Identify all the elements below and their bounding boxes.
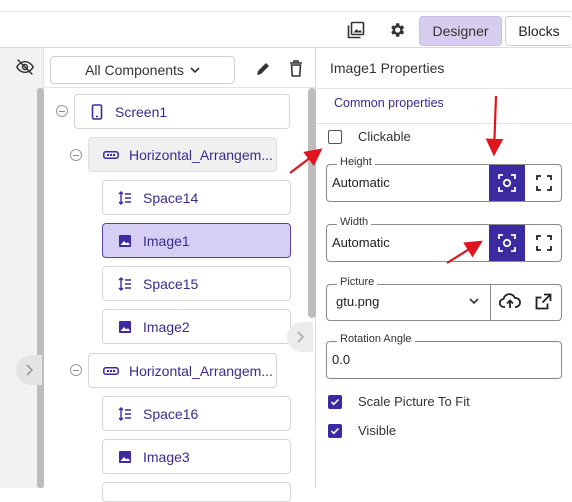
tree-node-space16[interactable]: Space16 — [102, 396, 291, 431]
properties-panel — [317, 48, 572, 488]
image-icon — [117, 319, 133, 335]
clickable-checkbox[interactable] — [328, 130, 342, 144]
clickable-label: Clickable — [358, 129, 411, 144]
space-icon — [117, 190, 133, 206]
collapse-toggle[interactable] — [70, 364, 82, 376]
collapse-palette-button[interactable] — [16, 355, 42, 385]
width-fill-parent-button[interactable] — [526, 225, 562, 261]
tree-scrollbar[interactable] — [308, 88, 316, 318]
tree-node-label: Horizontal_Arrangem... — [129, 362, 273, 379]
pencil-icon[interactable] — [255, 61, 271, 77]
collapse-toggle[interactable] — [56, 105, 68, 117]
tree-node-image3[interactable]: Image3 — [102, 439, 291, 474]
tree-node-image1[interactable]: Image1 — [102, 223, 291, 258]
width-automatic-button[interactable] — [489, 225, 525, 261]
height-fill-parent-button[interactable] — [526, 165, 562, 201]
height-label: Height — [337, 156, 375, 168]
tree-node-space15[interactable]: Space15 — [102, 266, 291, 301]
component-filter-label: All Components — [85, 62, 184, 78]
properties-title: Image1 Properties — [330, 60, 445, 76]
image-icon — [117, 233, 133, 249]
tab-designer[interactable]: Designer — [419, 16, 502, 46]
tree-node-label: Space16 — [143, 405, 199, 422]
focus-icon — [498, 174, 516, 192]
tree-node-label: Space15 — [143, 275, 199, 292]
chevron-down-icon[interactable] — [469, 298, 479, 305]
tree-node-label: Horizontal_Arrangem... — [129, 146, 273, 163]
left-scrollbar[interactable] — [37, 88, 44, 488]
gallery-icon[interactable] — [345, 19, 367, 41]
check-icon — [330, 398, 340, 406]
expand-properties-button[interactable] — [287, 322, 313, 352]
tree-node-horizontal-arrangement[interactable]: Horizontal_Arrangem... — [88, 353, 277, 388]
open-external-icon[interactable] — [535, 293, 552, 310]
eye-off-icon[interactable] — [15, 58, 35, 76]
tree-node-label: Image1 — [143, 232, 190, 249]
visible-checkbox[interactable] — [328, 424, 342, 438]
space-icon — [117, 276, 133, 292]
tree-node-partial[interactable] — [102, 482, 291, 502]
divider — [317, 88, 572, 89]
height-value: Automatic — [332, 175, 390, 190]
horizontal-arrangement-icon — [103, 363, 119, 379]
component-filter-select[interactable]: All Components — [50, 56, 235, 84]
tree-node-label: Image2 — [143, 318, 190, 335]
common-properties-heading[interactable]: Common properties — [334, 96, 444, 110]
tree-node-label: Screen1 — [115, 103, 168, 120]
scale-to-fit-label: Scale Picture To Fit — [358, 394, 470, 409]
tree-node-horizontal-arrangement[interactable]: Horizontal_Arrangem... — [88, 137, 277, 172]
fullscreen-icon — [536, 175, 552, 191]
divider — [317, 123, 572, 124]
rotation-angle-field[interactable] — [326, 341, 562, 379]
upload-icon[interactable] — [499, 292, 521, 310]
height-automatic-button[interactable] — [489, 165, 525, 201]
divider — [490, 284, 491, 321]
fullscreen-icon — [536, 235, 552, 251]
gear-icon[interactable] — [386, 19, 408, 41]
space-icon — [117, 406, 133, 422]
tree-node-label: Image3 — [143, 448, 190, 465]
tree-node-space14[interactable]: Space14 — [102, 180, 291, 215]
scale-to-fit-checkbox[interactable] — [328, 395, 342, 409]
picture-label: Picture — [337, 276, 378, 288]
tree-node-image2[interactable]: Image2 — [102, 309, 291, 344]
visible-label: Visible — [358, 423, 397, 438]
phone-icon — [89, 103, 105, 120]
rotation-angle-label: Rotation Angle — [337, 333, 415, 345]
focus-icon — [498, 234, 516, 252]
collapse-toggle[interactable] — [70, 149, 82, 161]
image-icon — [117, 449, 133, 465]
chevron-down-icon — [190, 66, 200, 73]
horizontal-arrangement-icon — [103, 147, 119, 163]
picture-value: gtu.png — [336, 294, 380, 309]
width-value: Automatic — [332, 235, 390, 250]
tree-node-screen1[interactable]: Screen1 — [74, 94, 290, 129]
check-icon — [330, 427, 340, 435]
top-toolbar: Designer Blocks — [0, 12, 572, 48]
tab-blocks[interactable]: Blocks — [505, 16, 572, 46]
tree-node-label: Space14 — [143, 189, 199, 206]
trash-icon[interactable] — [289, 60, 303, 77]
rotation-angle-value: 0.0 — [332, 352, 351, 367]
width-label: Width — [337, 216, 372, 228]
